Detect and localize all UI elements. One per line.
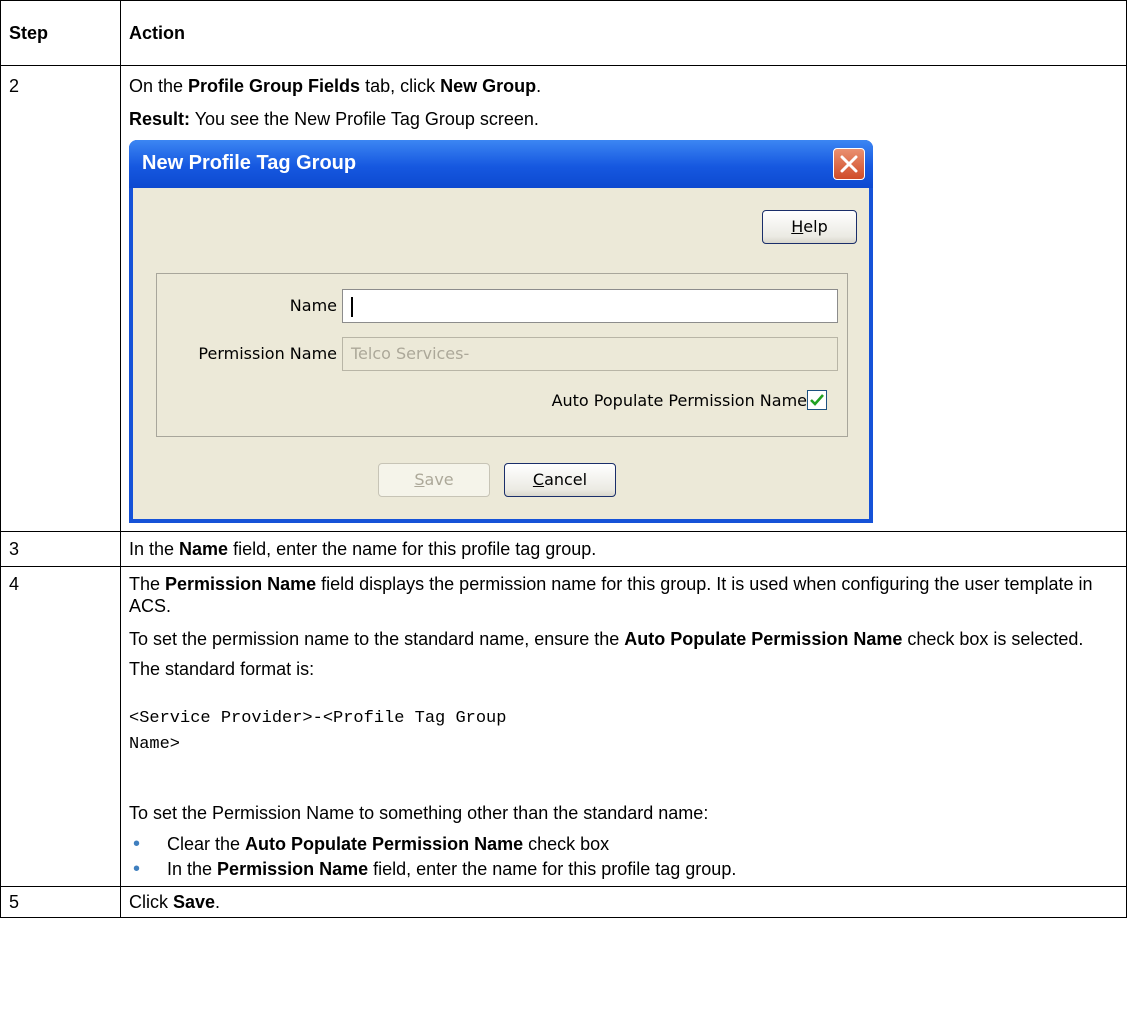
text: check box is selected. <box>902 629 1084 649</box>
button-label: elp <box>803 217 828 236</box>
ui-term: Permission Name <box>217 859 369 879</box>
result-label: Result: <box>129 109 191 129</box>
step-action: Click Save. <box>120 886 1127 918</box>
table-row: 2 On the Profile Group Fields tab, click… <box>0 65 1127 532</box>
text: Click <box>129 892 173 912</box>
column-header-step: Step <box>0 0 121 66</box>
ui-term: Name <box>179 539 229 559</box>
dialog-titlebar: New Profile Tag Group <box>129 140 873 188</box>
paragraph: The standard format is: <box>129 659 315 679</box>
permission-name-field[interactable]: Telco Services- <box>342 337 838 371</box>
name-field[interactable] <box>342 289 838 323</box>
step-action: In the Name field, enter the name for th… <box>120 531 1127 567</box>
mnemonic: S <box>414 470 425 489</box>
dialog-title: New Profile Tag Group <box>142 152 357 174</box>
text: To set the permission name to the standa… <box>129 629 625 649</box>
table-header-row: Step Action <box>0 0 1127 66</box>
auto-populate-label: Auto Populate Permission Name <box>551 391 807 410</box>
list-item: Clear the Auto Populate Permission Name … <box>129 832 1118 857</box>
cancel-button[interactable]: Cancel <box>504 463 616 497</box>
text: . <box>215 892 221 912</box>
table-row: 4 The Permission Name field displays the… <box>0 566 1127 887</box>
text: On the <box>129 76 189 96</box>
steps-table: Step Action 2 On the Profile Group Field… <box>0 0 1127 918</box>
paragraph: To set the permission name to the standa… <box>129 628 1118 650</box>
column-header-action: Action <box>120 0 1127 66</box>
step-action: On the Profile Group Fields tab, click N… <box>120 65 1127 532</box>
button-label: ancel <box>544 470 588 489</box>
step-number: 5 <box>0 886 121 918</box>
table-row: 5 Click Save. <box>0 886 1127 918</box>
dialog-body: Help Name Permission Name Telco Services… <box>133 188 869 519</box>
instruction-text: On the Profile Group Fields tab, click N… <box>129 75 1118 97</box>
text: In the <box>167 859 218 879</box>
mnemonic: H <box>791 217 804 236</box>
text: You see the New Profile Tag Group screen… <box>190 109 539 129</box>
text: check box <box>523 834 610 854</box>
ui-term: Profile Group Fields <box>188 76 361 96</box>
name-label: Name <box>289 296 337 315</box>
auto-populate-checkbox[interactable] <box>807 390 827 410</box>
text: The <box>129 574 166 594</box>
format-code-block: <Service Provider>-<Profile Tag Group Na… <box>129 709 507 754</box>
paragraph: The Permission Name field displays the p… <box>129 573 1118 617</box>
table-row: 3 In the Name field, enter the name for … <box>0 531 1127 567</box>
ui-term: Auto Populate Permission Name <box>245 834 524 854</box>
button-label: ave <box>424 470 454 489</box>
text: . <box>536 76 542 96</box>
result-text: Result: You see the New Profile Tag Grou… <box>129 108 1118 130</box>
fields-group: Name Permission Name Telco Services- Aut… <box>156 273 848 437</box>
ui-term: Auto Populate Permission Name <box>624 629 903 649</box>
text: In the <box>129 539 180 559</box>
save-button[interactable]: Save <box>378 463 490 497</box>
bullet-list: Clear the Auto Populate Permission Name … <box>129 832 1118 882</box>
step-number: 2 <box>0 65 121 532</box>
text: Clear the <box>167 834 246 854</box>
ui-term: Save <box>173 892 216 912</box>
text: field, enter the name for this profile t… <box>228 539 597 559</box>
paragraph: To set the Permission Name to something … <box>129 803 709 823</box>
checkmark-icon <box>810 394 824 406</box>
permission-name-label: Permission Name <box>198 344 337 363</box>
new-profile-tag-group-dialog: New Profile Tag Group Help Name Permissi… <box>129 140 873 523</box>
close-button[interactable] <box>833 148 865 180</box>
text: tab, click <box>360 76 441 96</box>
close-icon <box>840 155 858 173</box>
ui-term: Permission Name <box>165 574 317 594</box>
step-number: 4 <box>0 566 121 887</box>
list-item: In the Permission Name field, enter the … <box>129 857 1118 882</box>
text-caret <box>351 296 353 317</box>
mnemonic: C <box>532 470 545 489</box>
step-number: 3 <box>0 531 121 567</box>
text: field, enter the name for this profile t… <box>368 859 737 879</box>
step-action: The Permission Name field displays the p… <box>120 566 1127 887</box>
help-button[interactable]: Help <box>762 210 857 244</box>
ui-term: New Group <box>440 76 537 96</box>
